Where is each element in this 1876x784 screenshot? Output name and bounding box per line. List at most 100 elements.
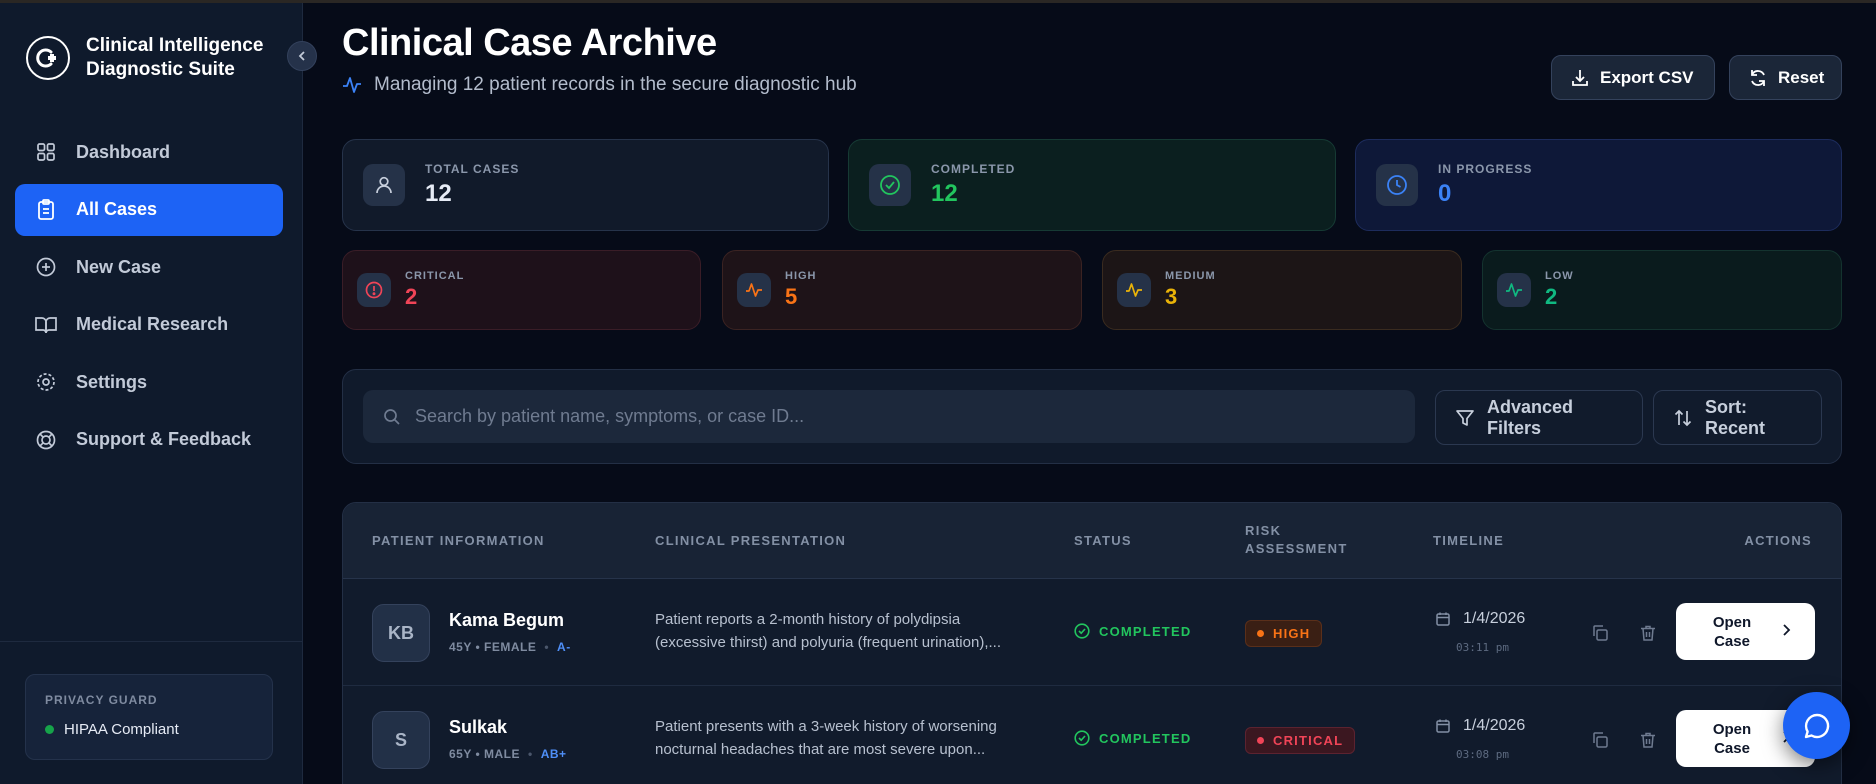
reset-button[interactable]: Reset — [1729, 55, 1842, 100]
stat-label: TOTAL CASES — [425, 162, 520, 176]
sidebar-item-label: Medical Research — [76, 314, 229, 334]
patient-meta: 45Y • FEMALE • A- — [449, 640, 571, 654]
open-case-label-line-1: Open — [1712, 613, 1752, 631]
time-label: 03:11 pm — [1456, 641, 1509, 654]
sidebar-item-all-cases[interactable]: All Cases — [15, 183, 283, 236]
date-label: 1/4/2026 — [1463, 717, 1526, 734]
status-label: COMPLETED — [1099, 730, 1192, 746]
open-case-label-line-2: Case — [1714, 739, 1750, 757]
patient-age-sex: 65Y • MALE — [449, 747, 520, 761]
subtitle-text: Managing 12 patient records in the secur… — [374, 74, 857, 95]
risk-dot-icon — [1257, 630, 1264, 637]
check-circle-icon — [869, 164, 911, 206]
sidebar-item-label: All Cases — [76, 199, 158, 219]
chevron-right-icon — [1779, 623, 1793, 637]
risk-header-line-1: RISK — [1245, 523, 1282, 538]
plus-circle-icon — [35, 256, 57, 278]
stat-value: 3 — [1165, 284, 1178, 309]
chevron-left-icon — [298, 51, 305, 61]
status-badge: COMPLETED — [1074, 623, 1191, 639]
timeline-date: 1/4/2026 — [1435, 717, 1525, 735]
open-case-label-line-2: Case — [1714, 632, 1750, 650]
patient-meta: 65Y • MALE • AB+ — [449, 747, 567, 761]
stat-value: 12 — [931, 180, 958, 207]
stat-low: LOW 2 — [1482, 250, 1842, 330]
sidebar-item-label: Settings — [76, 371, 148, 392]
brand-line-1: Clinical Intelligence — [86, 35, 264, 56]
sidebar-footer: PRIVACY GUARD HIPAA Compliant — [0, 641, 303, 760]
duplicate-button[interactable] — [1586, 726, 1614, 754]
column-header-clinical[interactable]: CLINICAL PRESENTATION — [655, 532, 846, 550]
stat-high: HIGH 5 — [722, 250, 1082, 330]
table-row[interactable]: KB Kama Begum 45Y • FEMALE • A- Patient … — [343, 579, 1841, 686]
sidebar: Clinical Intelligence Diagnostic Suite D… — [0, 3, 303, 784]
delete-button[interactable] — [1634, 619, 1662, 647]
date-label: 1/4/2026 — [1463, 610, 1526, 627]
duplicate-button[interactable] — [1586, 619, 1614, 647]
status-label: COMPLETED — [1099, 623, 1192, 639]
stat-completed: COMPLETED 12 — [848, 139, 1336, 231]
stat-label: IN PROGRESS — [1438, 162, 1533, 176]
stat-label: CRITICAL — [405, 270, 465, 282]
stat-label: COMPLETED — [931, 162, 1016, 176]
sidebar-item-support[interactable]: Support & Feedback — [15, 414, 283, 466]
privacy-guard-card: PRIVACY GUARD HIPAA Compliant — [25, 674, 273, 760]
separator-dot: • — [528, 747, 533, 761]
blood-type: A- — [557, 640, 571, 654]
stat-label: MEDIUM — [1165, 270, 1216, 282]
column-header-status[interactable]: STATUS — [1074, 532, 1132, 550]
privacy-status: HIPAA Compliant — [45, 721, 253, 738]
separator-dot: • — [544, 640, 550, 654]
brand-line-2: Diagnostic Suite — [86, 59, 235, 80]
sidebar-item-medical-research[interactable]: Medical Research — [15, 299, 283, 351]
risk-badge: CRITICAL — [1245, 727, 1356, 754]
check-circle-icon — [1074, 730, 1090, 746]
clinical-presentation: Patient reports a 2-month history of pol… — [655, 608, 1055, 654]
time-label: 03:08 pm — [1456, 748, 1509, 761]
sidebar-nav: Dashboard All Cases New Case Medical Res… — [15, 126, 283, 471]
sidebar-item-dashboard[interactable]: Dashboard — [15, 126, 283, 178]
clinical-presentation: Patient presents with a 3-week history o… — [655, 715, 1055, 761]
risk-label: CRITICAL — [1273, 733, 1344, 748]
pulse-medium-icon — [1117, 273, 1151, 307]
sidebar-item-label: Dashboard — [76, 141, 171, 162]
column-header-risk[interactable]: RISK ASSESSMENT — [1245, 522, 1348, 558]
sidebar-item-label: New Case — [76, 256, 162, 277]
table-header: PATIENT INFORMATION CLINICAL PRESENTATIO… — [343, 503, 1841, 579]
sort-arrows-icon — [1673, 408, 1693, 428]
stat-label: LOW — [1545, 270, 1574, 282]
delete-button[interactable] — [1634, 726, 1662, 754]
sort-label: Sort: Recent — [1705, 396, 1766, 438]
advanced-filters-button[interactable]: Advanced Filters — [1435, 390, 1643, 445]
brand-name: Clinical Intelligence Diagnostic Suite — [86, 34, 276, 82]
activity-icon — [342, 76, 362, 94]
sidebar-item-settings[interactable]: Settings — [15, 356, 283, 408]
collapse-sidebar-button[interactable] — [287, 41, 317, 71]
alert-circle-icon — [357, 273, 391, 307]
privacy-status-label: HIPAA Compliant — [64, 721, 179, 738]
export-label: Export CSV — [1600, 67, 1694, 87]
brand[interactable]: Clinical Intelligence Diagnostic Suite — [26, 34, 276, 82]
calendar-icon — [1435, 718, 1451, 734]
trash-icon — [1641, 732, 1655, 748]
search-input[interactable]: Search by patient name, symptoms, or cas… — [363, 390, 1415, 443]
calendar-icon — [1435, 611, 1451, 627]
column-header-patient[interactable]: PATIENT INFORMATION — [372, 532, 545, 550]
copy-icon — [1593, 625, 1608, 641]
stat-label: HIGH — [785, 270, 817, 282]
open-case-button[interactable]: Open Case — [1676, 603, 1815, 660]
reset-label: Reset — [1778, 67, 1825, 87]
stat-medium: MEDIUM 3 — [1102, 250, 1462, 330]
search-panel: Search by patient name, symptoms, or cas… — [342, 369, 1842, 464]
sort-button[interactable]: Sort: Recent — [1653, 390, 1822, 445]
chat-support-button[interactable] — [1783, 692, 1850, 759]
table-row[interactable]: S Sulkak 65Y • MALE • AB+ Patient presen… — [343, 686, 1841, 784]
column-header-timeline[interactable]: TIMELINE — [1433, 532, 1504, 550]
risk-badge: HIGH — [1245, 620, 1323, 647]
sidebar-item-new-case[interactable]: New Case — [15, 241, 283, 293]
stat-value: 5 — [785, 284, 798, 309]
stat-value: 0 — [1438, 180, 1452, 207]
export-csv-button[interactable]: Export CSV — [1551, 55, 1715, 100]
stat-in-progress: IN PROGRESS 0 — [1355, 139, 1842, 231]
timeline-date: 1/4/2026 — [1435, 610, 1525, 628]
